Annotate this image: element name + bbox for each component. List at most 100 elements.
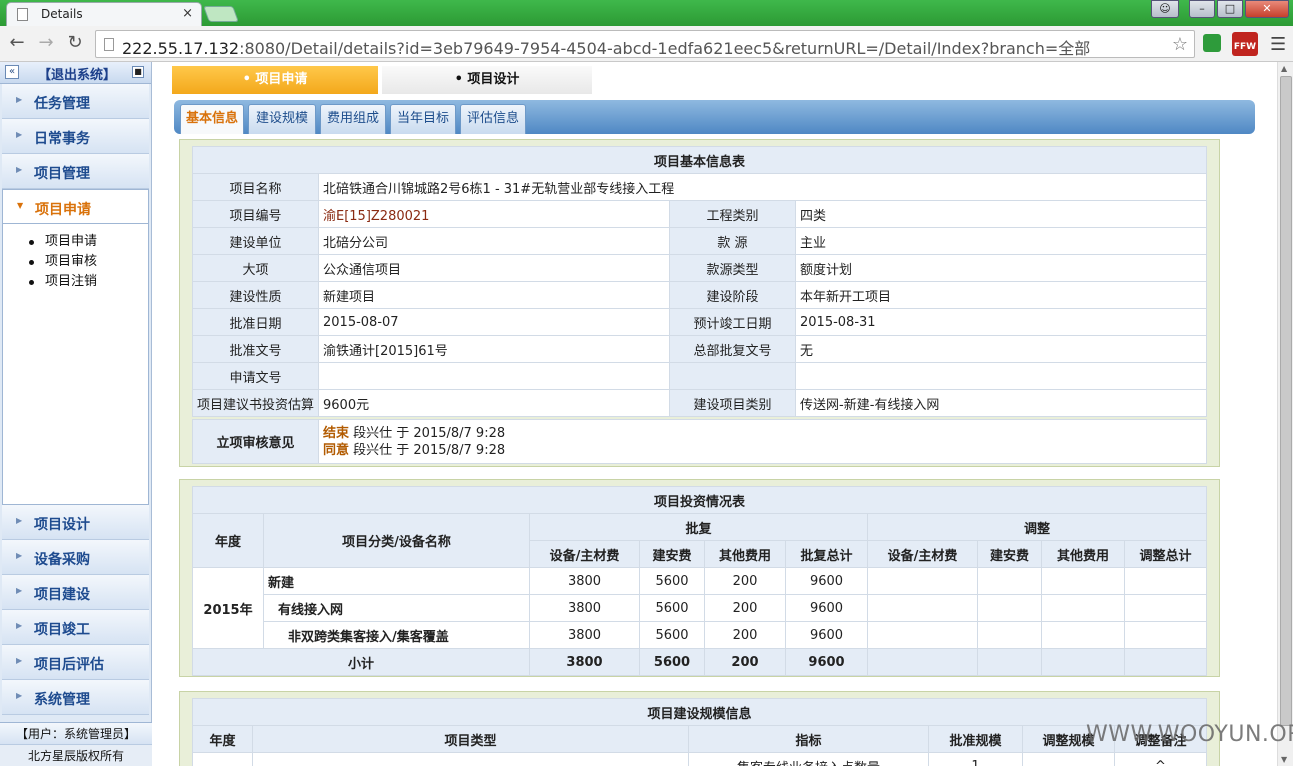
- value-cell: [1041, 594, 1125, 622]
- sidebar-submenu: 项目申请 项目审核 项目注销: [2, 224, 149, 505]
- scroll-up-icon[interactable]: ▲: [1281, 64, 1287, 73]
- value-cell: [1124, 621, 1207, 649]
- sidebar-item-label: 项目管理: [34, 166, 90, 182]
- scale-table: 项目建设规模信息 年度 项目类型 指标 批准规模 调整规模 调整备注 集客专线业…: [192, 698, 1207, 766]
- user-profile-icon[interactable]: ☺: [1151, 0, 1179, 18]
- sidebar-item-project-completion[interactable]: ▶ 项目竣工: [2, 610, 149, 645]
- category-cell: 新建: [263, 567, 530, 595]
- sidebar-item-equipment-purchase[interactable]: ▶ 设备采购: [2, 540, 149, 575]
- page-scrollbar[interactable]: ▲ ▼: [1277, 62, 1293, 766]
- value-cell: [1041, 621, 1125, 649]
- opinion-status: 结束: [323, 425, 350, 441]
- new-tab-button[interactable]: [203, 6, 239, 22]
- field-value: [795, 362, 1207, 390]
- sidebar-item-label: 任务管理: [34, 96, 90, 112]
- project-code-value: 渝E[15]Z280021: [318, 200, 670, 228]
- value-cell: 200: [704, 594, 786, 622]
- table-row: 集客专线业务接入点数量 1 ^: [192, 752, 1207, 766]
- subtotal-cell: 9600: [785, 648, 868, 676]
- address-bar[interactable]: 222.55.17.132:8080/Detail/details?id=3eb…: [95, 30, 1195, 58]
- tab-basic-info[interactable]: 基本信息: [180, 104, 244, 134]
- sidebar-item-project-application[interactable]: ▼ 项目申请: [2, 189, 149, 224]
- subtotal-cell: [867, 648, 978, 676]
- field-label: 批准日期: [192, 308, 319, 336]
- tab-cost-composition[interactable]: 费用组成: [320, 104, 386, 134]
- tab-construction-scale[interactable]: 建设规模: [248, 104, 316, 134]
- value-cell: 3800: [529, 567, 640, 595]
- field-label: 总部批复文号: [669, 335, 796, 363]
- browser-menu-icon[interactable]: ☰: [1270, 34, 1286, 55]
- value-cell: [867, 567, 978, 595]
- reload-icon[interactable]: ↻: [64, 32, 86, 54]
- close-window-button[interactable]: ✕: [1245, 0, 1289, 18]
- extension-ffw-icon[interactable]: FFW: [1232, 32, 1258, 56]
- value-cell: 9600: [785, 594, 868, 622]
- sidebar-item-project-management[interactable]: ▶ 项目管理: [2, 154, 149, 189]
- tab-annual-target[interactable]: 当年目标: [390, 104, 456, 134]
- sidebar-header: « 【退出系统】 ■: [0, 62, 151, 84]
- sidebar-item-daily-affairs[interactable]: ▶ 日常事务: [2, 119, 149, 154]
- opinion-table: 立项审核意见 结束 段兴仕 于 2015/8/7 9:28 同意 段兴仕 于 2…: [192, 419, 1207, 464]
- value-cell: 9600: [785, 567, 868, 595]
- chevron-right-icon: ▶: [16, 551, 23, 560]
- sub-tab-bar: 基本信息 建设规模 费用组成 当年目标 评估信息: [174, 100, 1255, 134]
- current-user: 【用户：系统管理员】: [0, 722, 152, 744]
- submenu-item-review[interactable]: 项目审核: [29, 252, 148, 272]
- sidebar-footer: 【用户：系统管理员】 北方星辰版权所有: [0, 722, 152, 766]
- col-header-approval: 批复: [529, 513, 868, 541]
- bookmark-star-icon[interactable]: ☆: [1172, 34, 1188, 55]
- copyright: 北方星辰版权所有: [0, 744, 152, 766]
- maximize-button[interactable]: □: [1217, 0, 1243, 18]
- table-cell: [1022, 752, 1115, 766]
- field-value: 2015-08-07: [318, 308, 670, 336]
- browser-tab[interactable]: Details ×: [6, 2, 202, 26]
- top-tabs: • 项目申请 • 项目设计: [172, 66, 592, 94]
- extension-download-icon[interactable]: [1203, 34, 1221, 52]
- minimize-button[interactable]: –: [1189, 0, 1215, 18]
- sidebar-item-system-management[interactable]: ▶ 系统管理: [2, 680, 149, 715]
- basic-info-panel: 项目基本信息表 项目名称 北碚铁通合川锦城路2号6栋1 - 31#无轨营业部专线…: [179, 139, 1220, 467]
- forward-icon[interactable]: →: [35, 32, 57, 54]
- sidebar-item-project-construction[interactable]: ▶ 项目建设: [2, 575, 149, 610]
- col-header: 指标: [688, 725, 929, 753]
- tab-close-icon[interactable]: ×: [182, 6, 193, 21]
- col-header-year: 年度: [192, 513, 264, 568]
- field-value: 2015-08-31: [795, 308, 1207, 336]
- pin-icon[interactable]: ■: [132, 66, 144, 78]
- chevron-right-icon: ▶: [16, 130, 23, 139]
- scrollbar-thumb[interactable]: [1280, 76, 1292, 726]
- submenu-item-apply[interactable]: 项目申请: [29, 232, 148, 252]
- back-icon[interactable]: ←: [6, 32, 28, 54]
- opinion-label: 立项审核意见: [192, 419, 319, 464]
- subtotal-cell: [977, 648, 1042, 676]
- sidebar-item-post-evaluation[interactable]: ▶ 项目后评估: [2, 645, 149, 680]
- field-value: 新建项目: [318, 281, 670, 309]
- chevron-right-icon: ▶: [16, 95, 23, 104]
- field-label: 建设阶段: [669, 281, 796, 309]
- sidebar-item-project-design[interactable]: ▶ 项目设计: [2, 505, 149, 540]
- value-cell: 3800: [529, 621, 640, 649]
- tab-evaluation-info[interactable]: 评估信息: [460, 104, 526, 134]
- col-header: 建安费: [639, 540, 705, 568]
- field-label: 预计竣工日期: [669, 308, 796, 336]
- field-value: 本年新开工项目: [795, 281, 1207, 309]
- logout-link[interactable]: 【退出系统】: [38, 64, 116, 83]
- col-header: 调整总计: [1124, 540, 1207, 568]
- collapse-sidebar-icon[interactable]: «: [5, 65, 19, 79]
- field-value: [318, 362, 670, 390]
- field-label: 建设性质: [192, 281, 319, 309]
- tab-project-application[interactable]: • 项目申请: [172, 66, 378, 94]
- page-favicon-icon: [17, 8, 28, 21]
- subtotal-label: 小计: [192, 648, 530, 676]
- field-value: 北碚分公司: [318, 227, 670, 255]
- scroll-down-icon[interactable]: ▼: [1281, 755, 1287, 764]
- tab-project-design[interactable]: • 项目设计: [382, 66, 592, 94]
- investment-panel: 项目投资情况表 年度 项目分类/设备名称 批复 调整 设备/主材费 建安费 其他…: [179, 479, 1220, 677]
- subtotal-cell: [1124, 648, 1207, 676]
- submenu-item-cancel[interactable]: 项目注销: [29, 272, 148, 292]
- col-header-category: 项目分类/设备名称: [263, 513, 530, 568]
- sidebar-item-task-management[interactable]: ▶ 任务管理: [2, 84, 149, 119]
- col-header: 其他费用: [1041, 540, 1125, 568]
- field-value: 额度计划: [795, 254, 1207, 282]
- col-header-adjustment: 调整: [867, 513, 1207, 541]
